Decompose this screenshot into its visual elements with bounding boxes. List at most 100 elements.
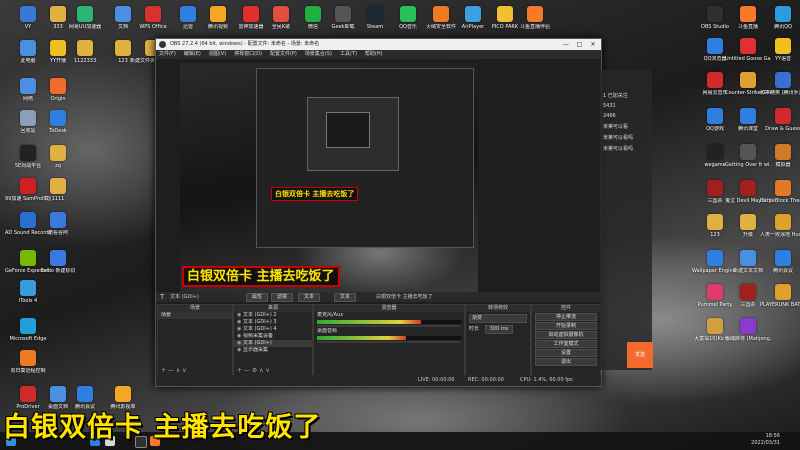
source-item[interactable]: ◉ 文本 (GDI+) 2 [234, 312, 312, 319]
filters-button[interactable]: 滤镜 [271, 293, 294, 302]
app-icon [775, 144, 791, 160]
desktop-icon[interactable]: 人类一败涂地 Human Fal... [760, 214, 800, 238]
nested-caption: 白银双倍卡 主播去吃饭了 [271, 187, 359, 201]
preview-canvas[interactable]: 白银双倍卡 主播去吃饭了 白银双倍卡 主播去吃饭了 [180, 63, 478, 293]
transition-select[interactable]: 渐变 [469, 314, 527, 323]
properties-button[interactable]: 属性 [246, 293, 269, 302]
app-icon [775, 38, 791, 54]
close-icon[interactable]: ✕ [587, 39, 599, 50]
desktop-icon[interactable]: Microsoft Edge [5, 318, 51, 342]
control-button[interactable]: 停止推流 [535, 313, 597, 321]
desktop-icon[interactable]: ToDesk [35, 110, 81, 134]
send-button[interactable]: 发送 [627, 342, 653, 368]
transitions-title: 转场特效 [466, 305, 530, 312]
app-icon [20, 318, 36, 334]
app-icon [273, 6, 289, 22]
source-label: 文本 (GDI+) [170, 294, 199, 300]
maximize-icon[interactable]: □ [573, 39, 585, 50]
volume-slider[interactable] [317, 325, 461, 327]
app-icon [20, 78, 36, 94]
desktop-icon[interactable]: zq [35, 145, 81, 169]
desktop-icon[interactable]: 斗鱼直播伴侣 [512, 6, 558, 30]
control-button[interactable]: 退出 [535, 358, 597, 366]
source-item-label: 视频采集设备 [242, 333, 273, 339]
app-icon [740, 250, 756, 266]
app-icon [775, 214, 791, 230]
desktop-icon-label: 雀魂麻将 (Mahjong... [725, 336, 771, 342]
minimize-icon[interactable]: — [560, 39, 572, 50]
obs-window[interactable]: OBS 27.2.4 (64 bit, windows) - 配置文件: 未命名… [155, 38, 602, 387]
app-icon [740, 180, 756, 196]
clock-time: 18:56 [765, 433, 780, 439]
desktop-icon[interactable]: 腾讯会议 [760, 250, 800, 274]
control-button[interactable]: 启动虚拟摄像机 [535, 331, 597, 339]
source-item-label: 显示器采集 [242, 347, 268, 353]
desktop-icon[interactable]: BattleBlock Theater [760, 180, 800, 204]
text-tool-icon: T [160, 293, 165, 301]
menu-item[interactable]: 配置文件(P) [270, 51, 297, 57]
app-icon [497, 6, 513, 22]
menu-item[interactable]: 帮助(H) [365, 51, 383, 57]
menu-item[interactable]: 工具(T) [340, 51, 357, 57]
desktop-icon[interactable]: YY语音 [760, 38, 800, 62]
source-toolbar: T 文本 (GDI+) 属性 滤镜 文本 文本 白银双倍卡 主播去吃饭了 [156, 292, 601, 302]
text-field-label-2[interactable]: 文本 [334, 293, 357, 302]
menu-item[interactable]: 编辑(E) [184, 51, 201, 57]
desktop-icon-label: PLAYERUNK BATTLEGR... [760, 302, 800, 308]
obs-menubar: 文件(F) 编辑(E) 视图(V) 停靠窗口(D) 配置文件(P) 场景集合(S) 工具(T… [156, 50, 601, 59]
desktop-icon[interactable]: 向日葵远程控制 [5, 350, 51, 374]
app-icon [775, 6, 791, 22]
menu-item[interactable]: 停靠窗口(D) [234, 51, 262, 57]
app-icon [707, 318, 723, 334]
desktop-icon-label: iTools 4 [18, 298, 38, 304]
app-icon [740, 38, 756, 54]
scene-controls[interactable]: + — ∧ ∨ [161, 367, 187, 374]
control-button[interactable]: 工作室模式 [535, 340, 597, 348]
rec-status: REC: 00:00:00 [468, 377, 504, 383]
desktop-icon[interactable]: 1111 [35, 178, 81, 202]
transitions-dock: 转场特效 渐变 时长 300 ms [465, 304, 531, 376]
menu-item[interactable]: 文件(F) [159, 51, 176, 57]
desktop-icon-label: Evillo 新建标识 [40, 268, 76, 274]
desktop-icon[interactable]: iTools 4 [5, 280, 51, 304]
system-clock[interactable]: 18:56 2022/03/31 [751, 433, 780, 447]
source-item[interactable]: ◉ 文本 (GDI+) 3 [234, 319, 312, 326]
desktop-icon[interactable]: Origin [35, 78, 81, 102]
source-item[interactable]: ◉ 文本 (GDI+) [234, 340, 312, 347]
desktop-icon[interactable]: 雀魂麻将 (Mahjong... [725, 318, 771, 342]
desktop-icon-label: 酷看谷阿 [47, 230, 68, 236]
app-icon [20, 40, 36, 56]
nested-preview-2 [307, 97, 399, 171]
app-icon [77, 6, 93, 22]
desktop-icon-label: 模拟器 [775, 162, 791, 168]
scene-item[interactable]: 场景 [158, 312, 232, 319]
desktop-icon-label: 和平精英 (腾讯手游助手) [760, 90, 800, 96]
desktop-icon-label: 腾讯影视库 [110, 404, 136, 410]
app-icon [707, 144, 723, 160]
obs-titlebar[interactable]: OBS 27.2.4 (64 bit, windows) - 配置文件: 未命名… [156, 39, 601, 50]
volume-slider[interactable] [317, 341, 461, 343]
desktop-icon[interactable]: 腾讯QQ [760, 6, 800, 30]
desktop-icon[interactable]: 模拟器 [760, 144, 800, 168]
desktop-icon[interactable]: 腾讯影视库 [100, 386, 146, 410]
menu-item[interactable]: 视图(V) [209, 51, 226, 57]
text-field-label[interactable]: 文本 [298, 293, 321, 302]
desktop-icon[interactable]: Evillo 新建标识 [35, 250, 81, 274]
desktop-icon[interactable]: PLAYERUNK BATTLEGR... [760, 284, 800, 308]
desktop-icon-label: BattleBlock Theater [760, 198, 800, 204]
source-item[interactable]: ◉ 文本 (GDI+) 4 [234, 326, 312, 333]
control-button[interactable]: 开始录制 [535, 322, 597, 330]
duration-input[interactable]: 300 ms [484, 325, 514, 334]
app-icon [707, 250, 723, 266]
desktop-icon[interactable]: 酷看谷阿 [35, 212, 81, 236]
desktop-icon[interactable]: Draw & Guess [760, 108, 800, 132]
control-button[interactable]: 设置 [535, 349, 597, 357]
menu-item[interactable]: 场景集合(S) [305, 51, 332, 57]
app-icon [20, 280, 36, 296]
app-icon [775, 180, 791, 196]
source-controls[interactable]: + — ⚙ ∧ ∨ [237, 367, 270, 374]
desktop-icon[interactable]: 和平精英 (腾讯手游助手) [760, 72, 800, 96]
source-item[interactable]: ◉ 显示器采集 [234, 347, 312, 354]
source-item[interactable]: ◉ 视频采集设备 [234, 333, 312, 340]
text-field-value[interactable]: 白银双倍卡 主播去吃饭了 [376, 292, 433, 302]
